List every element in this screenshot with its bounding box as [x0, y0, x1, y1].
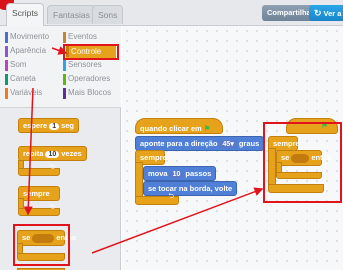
category-more-blocks[interactable]: Mais Blocos [63, 88, 115, 100]
loop-arrow-icon: ⮌ [168, 193, 174, 200]
when-flag-clicked-block[interactable]: quando clicar em ⚑ [135, 118, 223, 134]
project-page-icon: ↻ [314, 8, 322, 18]
scripts-area[interactable]: quando clicar em ⚑ aponte para a direção 4… [122, 26, 343, 270]
point-label: aponte para a direção [140, 139, 218, 148]
wait-label: espere [23, 121, 48, 130]
tab-sounds[interactable]: Sons [92, 5, 124, 24]
script2-highlight-box [263, 122, 342, 203]
bounce-on-edge-block[interactable]: se tocar na borda, volte [143, 181, 238, 196]
repeat-count-input[interactable]: 10 [45, 151, 60, 158]
degrees-label: graus [238, 139, 260, 148]
category-sensing[interactable]: Sensores [63, 60, 115, 72]
category-list: Movimento Eventos Aparência Controle Som… [0, 26, 121, 108]
palette-wait-block[interactable]: espere 1 seg [18, 118, 80, 133]
repeat-block-foot: ⮌ [18, 164, 60, 176]
block-palette: Movimento Eventos Aparência Controle Som… [0, 26, 121, 270]
wait-unit-label: seg [61, 121, 75, 130]
top-bar: Scripts Fantasias Sons Compartilhar ↻ Ver… [0, 0, 343, 26]
category-variables[interactable]: Variáveis [5, 88, 57, 100]
category-pen[interactable]: Caneta [5, 74, 57, 86]
forever-block-foot: ⮌ [18, 204, 60, 216]
move-steps-block[interactable]: mova 10 passos [143, 166, 217, 181]
loop-arrow-icon: ⮌ [49, 204, 55, 211]
loop-arrow-icon: ⮌ [49, 164, 55, 171]
green-flag-icon: ⚑ [203, 124, 211, 133]
see-project-label: Ver a [323, 9, 342, 18]
category-motion[interactable]: Movimento [5, 32, 57, 44]
palette-repeat-block[interactable]: repita 10 vezes [18, 146, 87, 161]
category-operators[interactable]: Operadores [63, 74, 115, 86]
steps-label: passos [185, 169, 212, 178]
category-sound[interactable]: Som [5, 60, 57, 72]
tab-costumes[interactable]: Fantasias [47, 5, 96, 24]
see-project-button[interactable]: ↻ Ver a [309, 5, 343, 21]
point-direction-block[interactable]: aponte para a direção 45▾ graus [135, 136, 265, 151]
palette-forever-block[interactable]: sempre [18, 186, 60, 201]
move-label: mova [148, 169, 168, 178]
category-events[interactable]: Eventos [63, 32, 115, 44]
steps-input[interactable]: 10 [169, 171, 184, 178]
hat-label: quando clicar em [140, 124, 202, 133]
tab-scripts[interactable]: Scripts [6, 3, 44, 26]
forever-block-arm [135, 162, 143, 198]
direction-input[interactable]: 45▾ [219, 140, 237, 148]
repeat-unit-label: vezes [61, 149, 82, 158]
control-highlight-box [63, 44, 119, 60]
forever-block-foot: ⮌ [135, 193, 179, 205]
if-block-highlight-box [13, 224, 70, 266]
repeat-label: repita [23, 149, 44, 158]
category-looks[interactable]: Aparência [5, 46, 57, 58]
wait-seconds-input[interactable]: 1 [49, 123, 60, 130]
